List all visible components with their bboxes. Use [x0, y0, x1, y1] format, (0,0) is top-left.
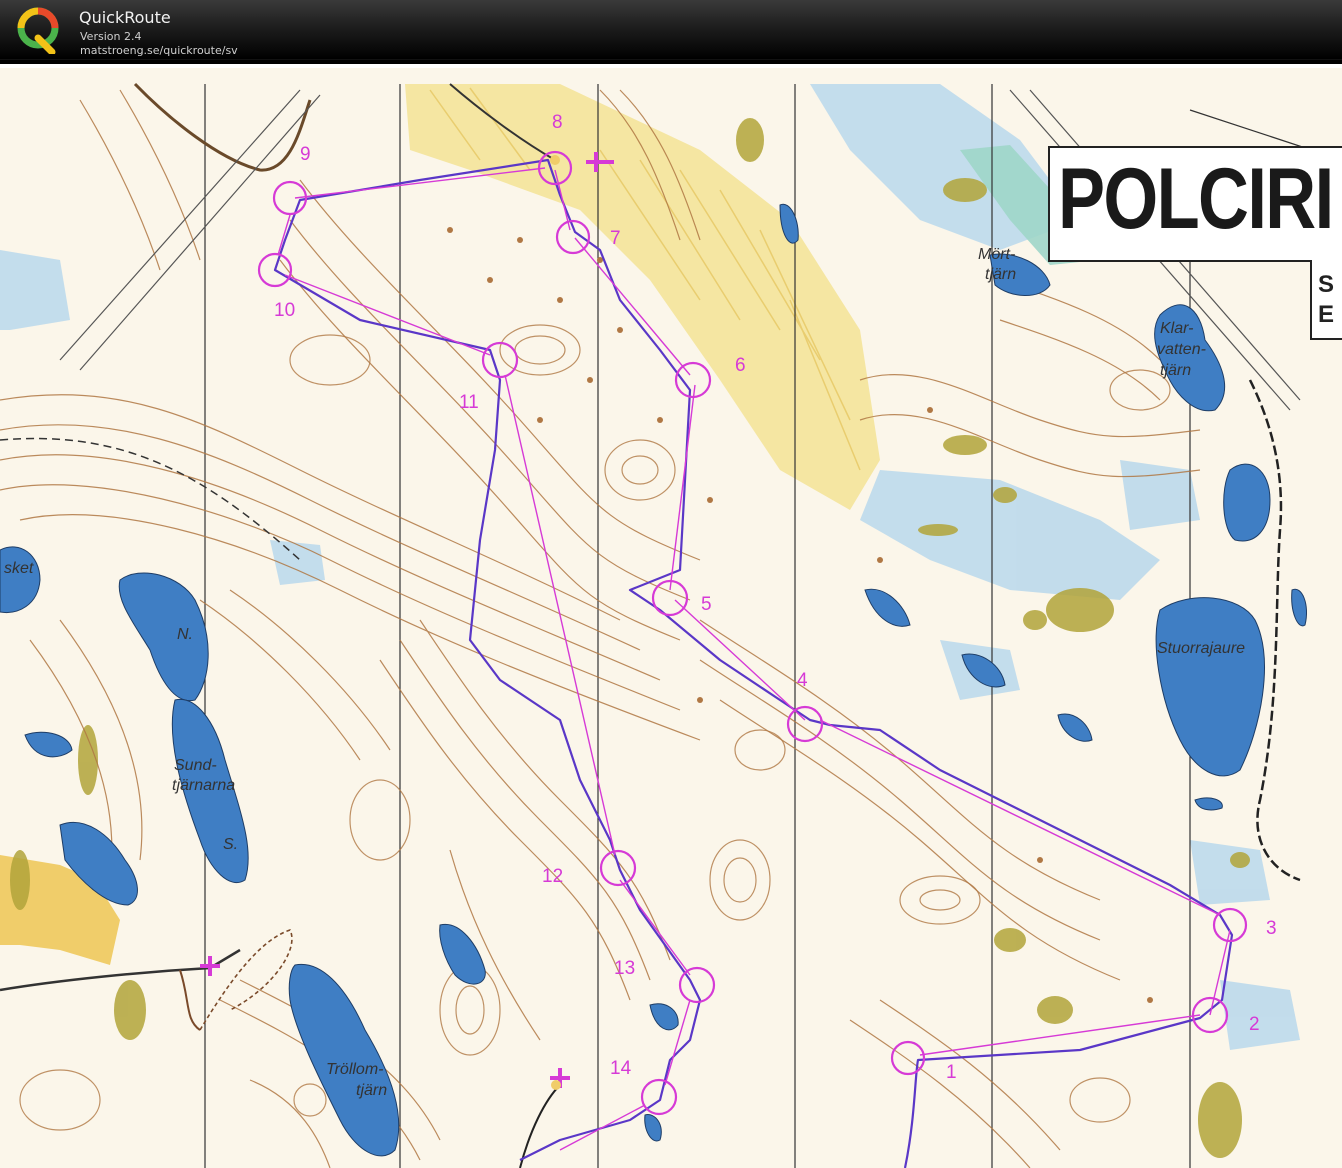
place-klar-3: tjärn	[1160, 362, 1192, 379]
place-morttjarn-1: Mört-	[978, 246, 1016, 263]
map-subtitle-sign: S E	[1310, 260, 1342, 340]
control-number-8: 8	[552, 112, 563, 133]
control-number-12: 12	[542, 866, 564, 887]
control-number-9: 9	[300, 144, 311, 165]
control-number-3: 3	[1266, 918, 1277, 939]
control-number-11: 11	[459, 392, 479, 413]
place-sund-1: Sund-	[174, 757, 217, 774]
control-number-13: 13	[614, 958, 636, 979]
place-troll-1: Tröllom-	[326, 1061, 384, 1078]
control-number-10: 10	[274, 300, 296, 321]
map-subtitle-line-1: S	[1318, 271, 1335, 298]
place-klar-2: vatten-	[1157, 341, 1206, 358]
place-s: S.	[223, 836, 239, 853]
place-klar-1: Klar-	[1160, 320, 1194, 337]
control-number-4: 4	[797, 670, 808, 691]
place-sund-2: tjärnarna	[172, 777, 236, 794]
control-number-5: 5	[701, 594, 712, 615]
app-header: QuickRoute Version 2.4 matstroeng.se/qui…	[0, 0, 1342, 60]
control-number-2: 2	[1249, 1014, 1260, 1035]
place-n: N.	[177, 626, 193, 643]
app-title: QuickRoute	[79, 8, 171, 27]
app-url[interactable]: matstroeng.se/quickroute/sv	[80, 44, 238, 57]
control-number-6: 6	[735, 355, 746, 376]
app-version: Version 2.4	[80, 30, 142, 43]
control-number-1: 1	[946, 1062, 957, 1083]
map-title-text: POLCIRI	[1058, 151, 1334, 247]
place-stuorrajaure: Stuorrajaure	[1157, 640, 1246, 657]
orienteering-map[interactable]: POLCIRI S E	[0, 64, 1342, 1168]
control-number-7: 7	[610, 228, 621, 249]
place-troll-2: tjärn	[356, 1082, 388, 1099]
place-sket: sket	[4, 560, 34, 577]
map-title-sign: POLCIRI	[1048, 146, 1342, 262]
control-number-14: 14	[610, 1058, 632, 1079]
place-morttjarn-2: tjärn	[985, 266, 1017, 283]
map-subtitle-line-2: E	[1318, 301, 1335, 328]
quickroute-logo-icon	[17, 7, 59, 54]
